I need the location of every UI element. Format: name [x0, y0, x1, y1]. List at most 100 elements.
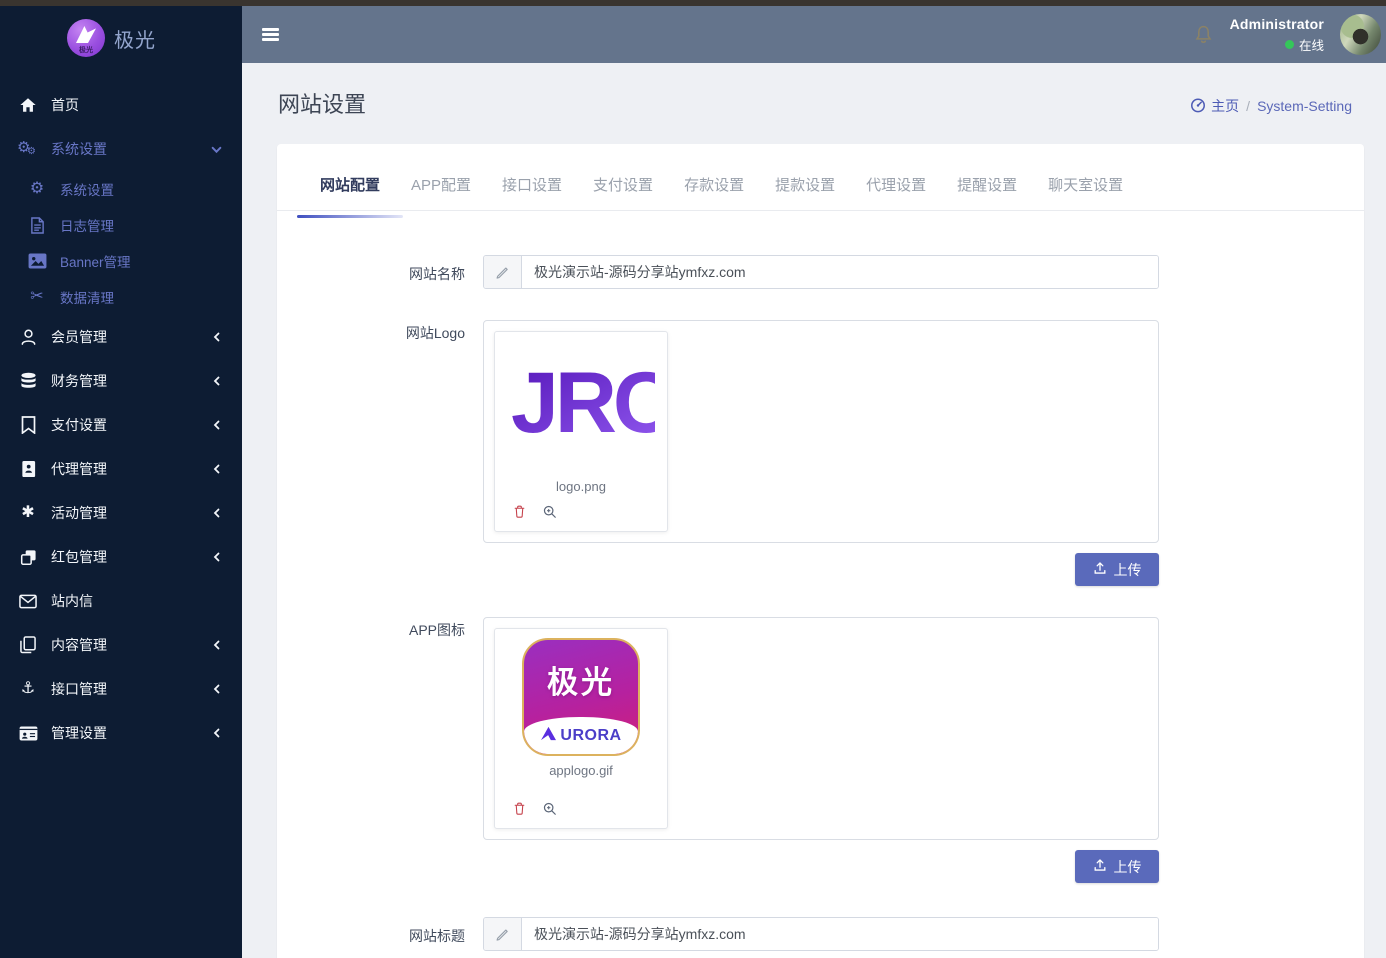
aurora-triangle-icon — [540, 726, 557, 746]
sidebar-subitem-data-cleanup[interactable]: ✂ 数据清理 — [0, 279, 242, 315]
app-icon-filename: applogo.gif — [495, 763, 667, 778]
database-icon — [16, 372, 40, 390]
site-logo-upload-button[interactable]: 上传 — [1075, 553, 1159, 586]
id-card-icon — [16, 726, 40, 741]
user-name: Administrator — [1230, 16, 1324, 32]
user-info[interactable]: Administrator 在线 — [1230, 16, 1324, 54]
site-name-input[interactable] — [522, 256, 1158, 288]
online-status-dot — [1285, 40, 1294, 49]
breadcrumb-home-link[interactable]: 主页 — [1190, 96, 1239, 116]
tab-site-config[interactable]: 网站配置 — [320, 174, 380, 216]
site-logo-upload-box: JRC logo.png — [483, 320, 1159, 543]
main-content: 网站设置 主页 / System-Setting 网站配置 APP配置 接口设置… — [242, 63, 1386, 958]
upload-icon — [1093, 561, 1107, 578]
app-icon-image: 极光 URORA — [495, 629, 667, 756]
user-avatar[interactable] — [1340, 14, 1381, 55]
system-settings-submenu: ⚙ 系统设置 日志管理 Banner管理 ✂ 数据清理 — [0, 171, 242, 315]
breadcrumb-separator: / — [1246, 98, 1250, 114]
image-icon — [25, 253, 49, 269]
sidebar-subitem-banner-management[interactable]: Banner管理 — [0, 243, 242, 279]
site-logo-preview-card: JRC logo.png — [494, 331, 668, 532]
sidebar-item-site-messages[interactable]: 站内信 — [0, 579, 242, 623]
pencil-icon — [484, 918, 522, 950]
tab-reminder-settings[interactable]: 提醒设置 — [957, 174, 1017, 216]
burst-icon: ✱ — [16, 505, 40, 521]
chevron-left-icon — [212, 640, 222, 650]
tab-app-config[interactable]: APP配置 — [411, 174, 471, 216]
top-header: Administrator 在线 — [242, 6, 1386, 63]
sidebar-item-content-management[interactable]: 内容管理 — [0, 623, 242, 667]
sidebar-item-redpacket-management[interactable]: 红包管理 — [0, 535, 242, 579]
settings-card: 网站配置 APP配置 接口设置 支付设置 存款设置 提款设置 代理设置 提醒设置… — [277, 144, 1364, 958]
settings-tabs: 网站配置 APP配置 接口设置 支付设置 存款设置 提款设置 代理设置 提醒设置… — [277, 144, 1364, 211]
site-logo-delete-button[interactable] — [513, 504, 526, 519]
gear-icon: ⚙ — [25, 181, 49, 197]
chevron-left-icon — [212, 728, 222, 738]
anchor-icon: ⚓ — [16, 681, 40, 697]
site-config-form: 网站名称 网站Logo — [277, 211, 1364, 951]
sidebar-item-member-management[interactable]: 会员管理 — [0, 315, 242, 359]
site-title-input[interactable] — [522, 918, 1158, 950]
notifications-bell-icon[interactable] — [1193, 24, 1214, 46]
sidebar-item-system-settings-group[interactable]: ⚙⚙ 系统设置 — [0, 127, 242, 171]
sidebar-item-api-management[interactable]: ⚓ 接口管理 — [0, 667, 242, 711]
file-lines-icon — [25, 217, 49, 234]
tab-withdrawal-settings[interactable]: 提款设置 — [775, 174, 835, 216]
cogs-icon: ⚙⚙ — [16, 140, 40, 158]
tab-api-settings[interactable]: 接口设置 — [502, 174, 562, 216]
site-title-label: 网站标题 — [277, 917, 465, 951]
sidebar-item-finance-management[interactable]: 财务管理 — [0, 359, 242, 403]
app-icon-preview-button[interactable] — [543, 802, 557, 816]
app-icon-label: APP图标 — [277, 617, 465, 883]
tab-chatroom-settings[interactable]: 聊天室设置 — [1048, 174, 1123, 216]
sidebar-item-admin-settings[interactable]: 管理设置 — [0, 711, 242, 755]
brand-logo[interactable]: 极光 极光 — [0, 6, 242, 69]
address-book-icon — [16, 460, 40, 478]
home-icon — [16, 96, 40, 114]
site-logo-label: 网站Logo — [277, 320, 465, 586]
tab-payment-settings[interactable]: 支付设置 — [593, 174, 653, 216]
breadcrumb: 主页 / System-Setting — [1190, 96, 1352, 119]
site-logo-preview-button[interactable] — [543, 505, 557, 519]
tab-agent-settings[interactable]: 代理设置 — [866, 174, 926, 216]
chevron-left-icon — [212, 684, 222, 694]
window-top-strip — [0, 0, 1386, 6]
copy-icon — [16, 636, 40, 654]
clone-filled-icon — [16, 549, 40, 566]
sidebar-subitem-system-settings[interactable]: ⚙ 系统设置 — [0, 171, 242, 207]
sidebar-item-agent-management[interactable]: 代理管理 — [0, 447, 242, 491]
scissors-icon: ✂ — [25, 289, 49, 305]
chevron-left-icon — [212, 420, 222, 430]
chevron-left-icon — [212, 332, 222, 342]
sidebar-item-payment-settings[interactable]: 支付设置 — [0, 403, 242, 447]
site-logo-filename: logo.png — [495, 479, 667, 494]
bookmark-icon — [16, 416, 40, 434]
site-logo-image: JRC — [507, 340, 655, 472]
brand-name: 极光 — [114, 24, 156, 53]
dashboard-icon — [1190, 97, 1206, 116]
app-icon-delete-button[interactable] — [513, 801, 526, 816]
aurora-logo-icon: 极光 — [67, 19, 105, 57]
sidebar-item-home[interactable]: 首页 — [0, 83, 242, 127]
chevron-left-icon — [212, 464, 222, 474]
sidebar-nav: 首页 ⚙⚙ 系统设置 ⚙ 系统设置 日志管理 — [0, 83, 242, 755]
envelope-icon — [16, 594, 40, 609]
page-title: 网站设置 — [278, 87, 366, 119]
app-icon-upload-box: 极光 URORA applogo.gif — [483, 617, 1159, 840]
site-name-label: 网站名称 — [277, 255, 465, 289]
tab-deposit-settings[interactable]: 存款设置 — [684, 174, 744, 216]
sidebar-item-activity-management[interactable]: ✱ 活动管理 — [0, 491, 242, 535]
app-icon-upload-button[interactable]: 上传 — [1075, 850, 1159, 883]
chevron-left-icon — [212, 552, 222, 562]
sidebar-subitem-log-management[interactable]: 日志管理 — [0, 207, 242, 243]
pencil-icon — [484, 256, 522, 288]
chevron-down-icon — [211, 144, 222, 155]
breadcrumb-current: System-Setting — [1257, 98, 1352, 114]
user-icon — [16, 328, 40, 346]
sidebar: 极光 极光 首页 ⚙⚙ 系统设置 ⚙ 系统设置 — [0, 6, 242, 958]
chevron-left-icon — [212, 376, 222, 386]
upload-icon — [1093, 858, 1107, 875]
sidebar-toggle-button[interactable] — [262, 28, 279, 41]
chevron-left-icon — [212, 508, 222, 518]
online-status-label: 在线 — [1299, 35, 1324, 54]
